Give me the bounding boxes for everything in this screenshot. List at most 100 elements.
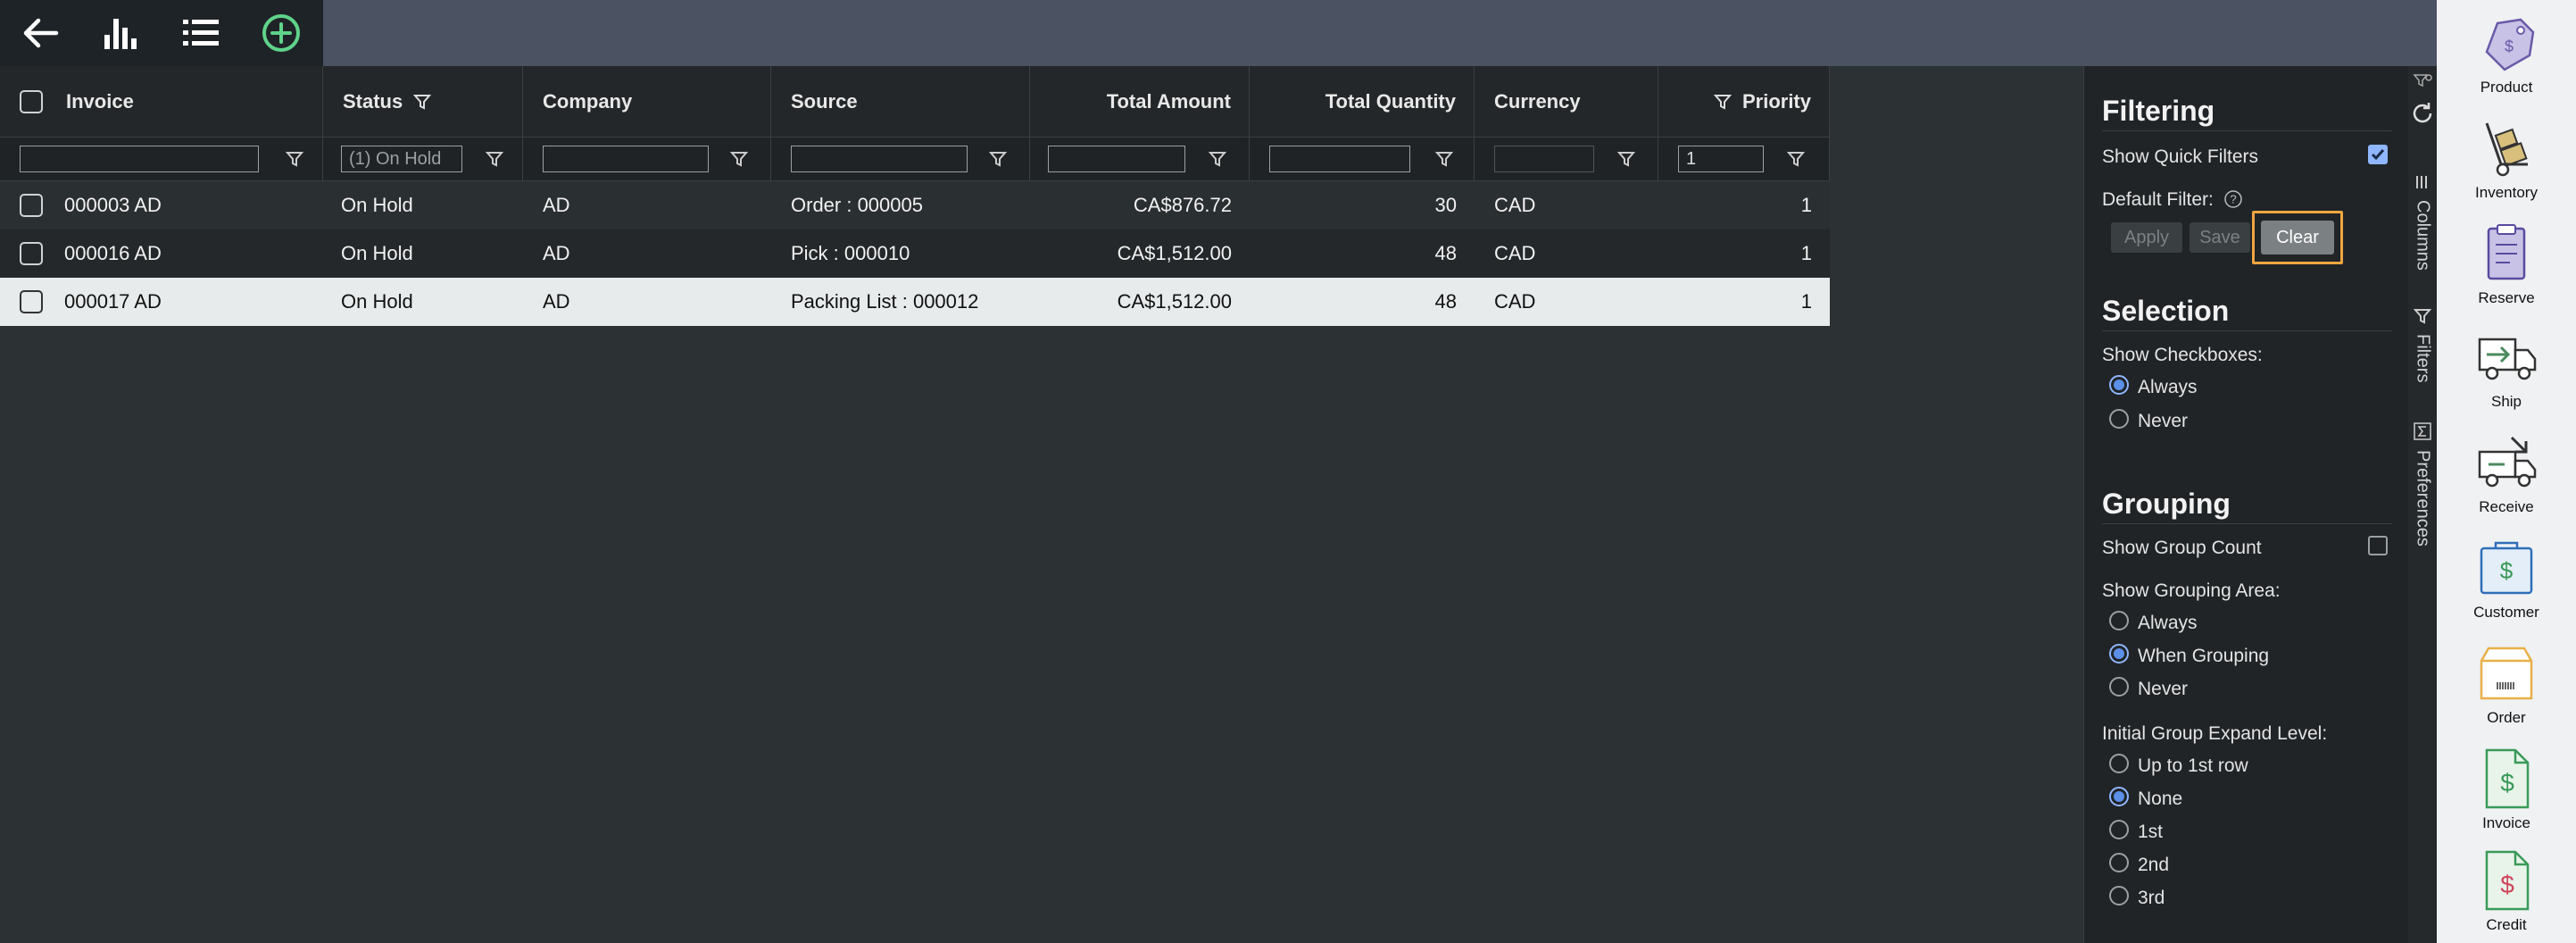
price-tag-icon: $: [2485, 18, 2535, 71]
filter-icon[interactable]: [1209, 150, 1226, 168]
total-quantity-filter-input[interactable]: [1269, 146, 1410, 172]
filter-settings-tab[interactable]: [2408, 71, 2437, 93]
filter-icon[interactable]: [1617, 150, 1635, 168]
list-button[interactable]: [161, 0, 241, 66]
check-icon: [2371, 149, 2385, 161]
expand-third-radio[interactable]: [2109, 886, 2129, 905]
sidebar-item-reserve[interactable]: Reserve: [2437, 221, 2576, 307]
help-icon[interactable]: ?: [2223, 189, 2243, 209]
priority-filter-input[interactable]: [1678, 146, 1764, 172]
sidebar-item-order[interactable]: Order: [2437, 643, 2576, 727]
sidebar-item-customer[interactable]: $ Customer: [2437, 538, 2576, 622]
expand-first-label: 1st: [2138, 822, 2164, 842]
table-row[interactable]: 000016 AD On Hold AD Pick : 000010 CA$1,…: [0, 229, 1830, 278]
row-checkbox[interactable]: [20, 242, 43, 265]
refresh-button[interactable]: [2408, 100, 2437, 127]
row-checkbox[interactable]: [20, 194, 43, 217]
initial-expand-label: Initial Group Expand Level:: [2102, 723, 2328, 744]
svg-text:$: $: [2505, 38, 2514, 55]
status-filter-cell: [323, 138, 523, 180]
company-filter-input[interactable]: [543, 146, 709, 172]
table-row-selected[interactable]: 000017 AD On Hold AD Packing List : 0000…: [0, 278, 1830, 326]
filter-settings-icon: [2413, 74, 2432, 88]
expand-first-radio[interactable]: [2109, 820, 2129, 839]
row-checkbox[interactable]: [20, 290, 43, 313]
sidebar-item-receive[interactable]: Receive: [2437, 432, 2576, 516]
select-all-checkbox[interactable]: [20, 89, 43, 113]
invoice-cell: 000017 AD: [0, 278, 323, 326]
chart-button[interactable]: [80, 0, 161, 66]
sidebar-item-label: Receive: [2479, 498, 2534, 515]
back-button[interactable]: [0, 0, 80, 66]
status-value: On Hold: [341, 290, 413, 313]
status-header-label: Status: [343, 89, 403, 113]
table-row[interactable]: 000003 AD On Hold AD Order : 000005 CA$8…: [0, 181, 1830, 229]
filters-tab[interactable]: Filters: [2408, 307, 2437, 382]
columns-icon: [2416, 176, 2427, 188]
apply-button[interactable]: Apply: [2111, 222, 2182, 253]
divider: [2102, 330, 2392, 331]
show-checkboxes-label: Show Checkboxes:: [2102, 345, 2263, 365]
status-header[interactable]: Status: [323, 66, 523, 137]
toolbar: [0, 0, 323, 66]
filter-icon[interactable]: [286, 150, 303, 168]
sidebar-item-inventory[interactable]: Inventory: [2437, 118, 2576, 202]
status-value: On Hold: [341, 242, 413, 264]
filter-icon[interactable]: [989, 150, 1007, 168]
sidebar-item-ship[interactable]: Ship: [2437, 327, 2576, 411]
add-button[interactable]: [241, 0, 321, 66]
show-group-count-label: Show Group Count: [2102, 538, 2262, 558]
filter-icon[interactable]: [486, 150, 503, 168]
hand-truck-icon: [2485, 122, 2528, 177]
sidebar-item-product[interactable]: $ Product: [2437, 13, 2576, 96]
grouping-area-never-label: Never: [2138, 679, 2189, 699]
filter-icon[interactable]: [1787, 150, 1805, 168]
columns-tab[interactable]: Columns: [2408, 173, 2437, 271]
preferences-tab[interactable]: Preferences: [2408, 421, 2437, 547]
total-amount-value: CA$1,512.00: [1117, 290, 1232, 313]
grouping-area-when-grouping-radio[interactable]: [2109, 644, 2129, 663]
checkboxes-never-radio[interactable]: [2109, 409, 2129, 429]
expand-none-radio[interactable]: [2109, 787, 2129, 806]
total-amount-header[interactable]: Total Amount: [1030, 66, 1250, 137]
show-group-count-checkbox[interactable]: [2368, 536, 2388, 555]
show-quick-filters-checkbox[interactable]: [2368, 145, 2388, 164]
total-amount-header-label: Total Amount: [1106, 89, 1231, 113]
sidebar-item-label: Reserve: [2478, 289, 2535, 306]
sidebar-item-label: Product: [2480, 79, 2533, 96]
invoice-header[interactable]: Invoice: [0, 66, 323, 137]
company-filter-cell: [523, 138, 771, 180]
currency-header[interactable]: Currency: [1475, 66, 1658, 137]
source-filter-input[interactable]: [791, 146, 968, 172]
filter-icon[interactable]: [1435, 150, 1453, 168]
grouping-area-always-label: Always: [2138, 613, 2198, 633]
sidebar-item-label: Invoice: [2482, 814, 2530, 831]
list-icon: [183, 20, 219, 46]
expand-up-to-first-label: Up to 1st row: [2138, 755, 2248, 776]
priority-header[interactable]: Priority: [1658, 66, 1830, 137]
checkboxes-always-radio[interactable]: [2109, 375, 2129, 395]
sigma-icon: [2414, 422, 2431, 440]
source-filter-cell: [771, 138, 1030, 180]
quick-filter-row: [0, 138, 1830, 181]
filter-icon: [1713, 94, 1732, 110]
sidebar-item-label: Credit: [2486, 916, 2527, 933]
status-value: On Hold: [341, 194, 413, 216]
truck-ship-icon: [2478, 338, 2537, 380]
sidebar-item-credit[interactable]: $ Credit: [2437, 848, 2576, 934]
status-filter-input[interactable]: [341, 146, 462, 172]
company-header[interactable]: Company: [523, 66, 771, 137]
total-quantity-header[interactable]: Total Quantity: [1250, 66, 1475, 137]
grouping-area-always-radio[interactable]: [2109, 611, 2129, 630]
expand-up-to-first-radio[interactable]: [2109, 754, 2129, 773]
total-amount-filter-input[interactable]: [1048, 146, 1185, 172]
currency-filter-input[interactable]: [1494, 146, 1594, 172]
grouping-area-never-radio[interactable]: [2109, 677, 2129, 697]
clear-button[interactable]: Clear: [2261, 221, 2334, 255]
sidebar-item-invoice[interactable]: $ Invoice: [2437, 747, 2576, 832]
filter-icon[interactable]: [730, 150, 748, 168]
expand-second-radio[interactable]: [2109, 853, 2129, 872]
source-header[interactable]: Source: [771, 66, 1030, 137]
save-button[interactable]: Save: [2190, 222, 2250, 253]
invoice-filter-input[interactable]: [20, 146, 259, 172]
